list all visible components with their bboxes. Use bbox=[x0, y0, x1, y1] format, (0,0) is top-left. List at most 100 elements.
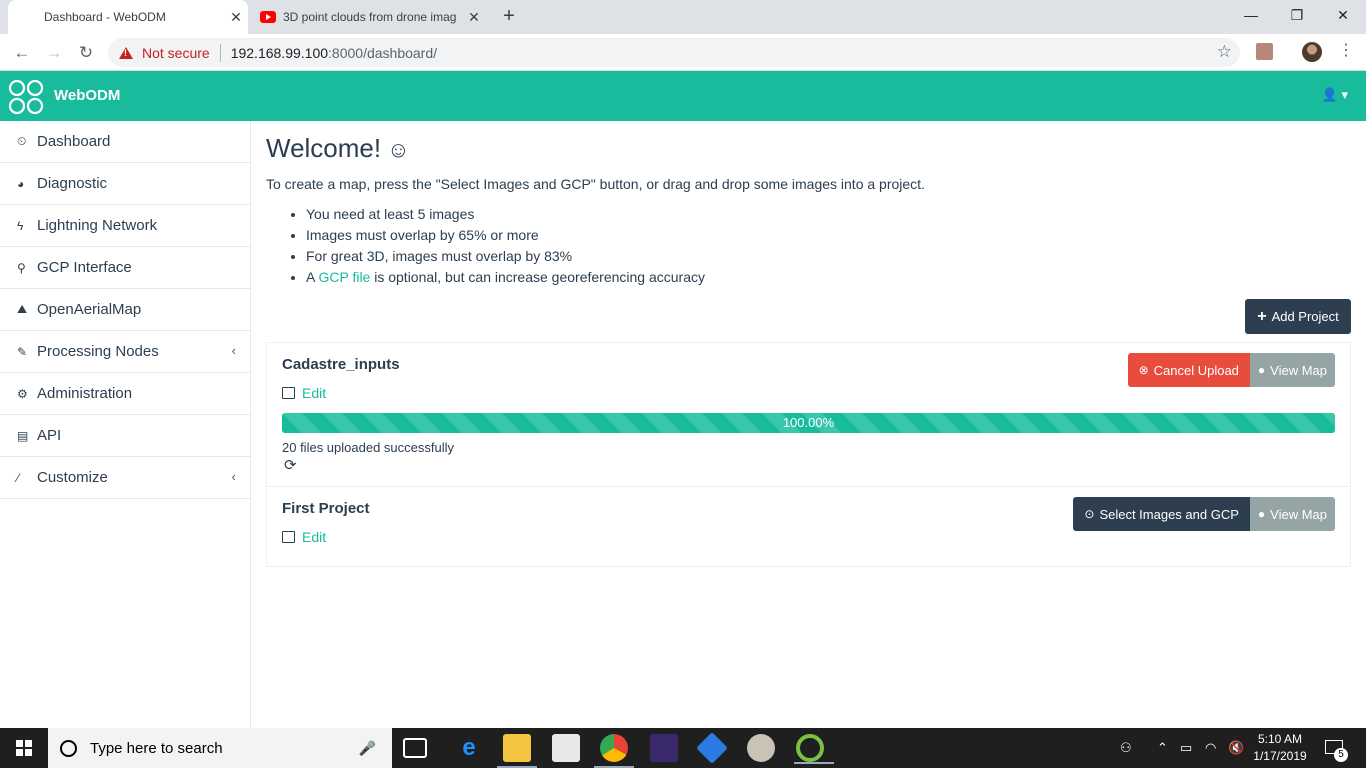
main-content: Welcome! ☺ To create a map, press the "Se… bbox=[251, 121, 1366, 728]
magic-icon: ⁄ bbox=[17, 470, 20, 485]
chevron-up-icon[interactable]: ⌃ bbox=[1157, 728, 1168, 768]
wifi-icon[interactable]: ◠ bbox=[1205, 728, 1216, 768]
times-circle-icon: ⊗ bbox=[1138, 363, 1149, 377]
url-host: 192.168.99.100 bbox=[230, 44, 329, 61]
pie-chart-icon: ◕ bbox=[17, 176, 25, 191]
sidebar-item-lightning-network[interactable]: ϟ Lightning Network bbox=[0, 205, 250, 247]
file-explorer-icon[interactable] bbox=[497, 734, 537, 768]
chevron-left-icon[interactable]: ‹ bbox=[232, 469, 236, 484]
sidebar-item-administration[interactable]: ⚙ Administration bbox=[0, 373, 250, 415]
security-label[interactable]: Not secure bbox=[142, 45, 210, 61]
profile-avatar[interactable] bbox=[1302, 42, 1322, 62]
volume-muted-icon[interactable]: 🔇 bbox=[1228, 728, 1244, 768]
notification-badge: 5 bbox=[1334, 748, 1348, 762]
project-name: First Project bbox=[282, 500, 370, 517]
edit-icon bbox=[282, 387, 295, 399]
add-project-button[interactable]: + Add Project bbox=[1245, 299, 1351, 334]
cancel-upload-label: Cancel Upload bbox=[1153, 362, 1239, 378]
map-marker-icon: ⚲ bbox=[17, 260, 26, 275]
view-map-label: View Map bbox=[1270, 506, 1327, 522]
tab-dashboard[interactable]: Dashboard - WebODM ✕ bbox=[8, 0, 248, 34]
chrome-icon[interactable] bbox=[594, 734, 634, 768]
image-icon: ⛰ bbox=[17, 302, 28, 316]
sidebar-item-label: Lightning Network bbox=[37, 217, 158, 234]
url-path: :8000/dashboard/ bbox=[328, 44, 438, 61]
edit-label: Edit bbox=[302, 529, 327, 545]
book-icon: ▤ bbox=[17, 428, 29, 443]
list-item: For great 3D, images must overlap by 83% bbox=[306, 248, 705, 269]
sidebar-item-customize[interactable]: ⁄ Customize ‹ bbox=[0, 457, 250, 499]
taskbar-search[interactable]: Type here to search 🎤 bbox=[48, 728, 392, 768]
project-list: Cadastre_inputs Edit ⊗ Cancel Upload ● V… bbox=[266, 342, 1351, 567]
upload-status: 20 files uploaded successfully bbox=[282, 440, 454, 455]
edit-icon bbox=[282, 531, 295, 543]
dashboard-icon: ⏲ bbox=[17, 134, 27, 148]
bolt-icon: ϟ bbox=[17, 218, 24, 233]
brand-name[interactable]: WebODM bbox=[54, 87, 120, 104]
restore-button[interactable]: ❐ bbox=[1274, 0, 1320, 30]
close-window-button[interactable]: ✕ bbox=[1320, 0, 1366, 30]
app-header: WebODM 👤 ▾ bbox=[0, 71, 1366, 121]
gcp-file-link[interactable]: GCP file bbox=[318, 269, 370, 285]
extension-icon[interactable] bbox=[1256, 43, 1273, 60]
project-item: First Project Edit ⊙ Select Images and G… bbox=[267, 487, 1350, 567]
select-images-button[interactable]: ⊙ Select Images and GCP bbox=[1073, 497, 1250, 531]
sidebar-item-api[interactable]: ▤ API bbox=[0, 415, 250, 457]
address-bar[interactable]: Not secure 192.168.99.100:8000/dashboard… bbox=[108, 38, 1240, 67]
close-icon[interactable]: ✕ bbox=[462, 9, 486, 26]
bookmark-star-icon[interactable]: ☆ bbox=[1217, 42, 1232, 62]
gcp-prefix: A bbox=[306, 269, 319, 285]
sidebar-item-label: Processing Nodes bbox=[37, 343, 159, 360]
system-clock[interactable]: 5:10 AM 1/17/2019 bbox=[1248, 731, 1312, 765]
cancel-upload-button[interactable]: ⊗ Cancel Upload bbox=[1127, 353, 1250, 387]
edit-project-link[interactable]: Edit bbox=[282, 529, 326, 545]
divider bbox=[219, 43, 221, 62]
page-title: Welcome! ☺ bbox=[266, 133, 410, 164]
git-icon[interactable] bbox=[696, 732, 728, 764]
refresh-icon[interactable]: ⟳ bbox=[284, 456, 297, 474]
user-menu-button[interactable]: 👤 ▾ bbox=[1322, 87, 1348, 103]
task-view-icon[interactable] bbox=[403, 738, 427, 758]
sidebar-item-label: Diagnostic bbox=[37, 175, 108, 192]
close-icon[interactable]: ✕ bbox=[224, 9, 248, 26]
clock-time: 5:10 AM bbox=[1257, 732, 1303, 746]
paint-icon[interactable] bbox=[747, 734, 775, 762]
view-map-button[interactable]: ● View Map bbox=[1249, 497, 1335, 531]
clock-date: 1/17/2019 bbox=[1253, 749, 1307, 763]
battery-icon[interactable]: ▭ bbox=[1180, 728, 1192, 768]
forward-icon[interactable]: → bbox=[41, 40, 67, 66]
reload-icon[interactable]: ↻ bbox=[73, 40, 99, 66]
sidebar-item-label: Administration bbox=[37, 385, 133, 402]
webodm-logo-icon[interactable] bbox=[8, 79, 44, 115]
sidebar-item-dashboard[interactable]: ⏲ Dashboard bbox=[0, 121, 250, 163]
chevron-left-icon[interactable]: ‹ bbox=[232, 343, 236, 358]
sidebar-item-label: Dashboard bbox=[37, 133, 111, 150]
tex-icon[interactable] bbox=[650, 734, 678, 762]
smile-icon: ☺ bbox=[387, 137, 410, 162]
people-icon[interactable]: ⚇ bbox=[1120, 728, 1132, 768]
view-map-button[interactable]: ● View Map bbox=[1249, 353, 1335, 387]
edit-label: Edit bbox=[302, 385, 327, 401]
sidebar-item-processing-nodes[interactable]: ✎ Processing Nodes ‹ bbox=[0, 331, 250, 373]
tab-title: 3D point clouds from drone imag bbox=[283, 10, 457, 24]
windows-start-icon[interactable] bbox=[16, 740, 32, 756]
list-item: A GCP file is optional, but can increase… bbox=[306, 269, 705, 290]
qgis-icon[interactable] bbox=[794, 734, 834, 764]
sidebar-item-diagnostic[interactable]: ◕ Diagnostic bbox=[0, 163, 250, 205]
store-icon[interactable] bbox=[552, 734, 580, 762]
menu-dots-icon[interactable]: ⋮ bbox=[1338, 41, 1354, 61]
edit-project-link[interactable]: Edit bbox=[282, 385, 326, 401]
browser-tab-strip: Dashboard - WebODM ✕ 3D point clouds fro… bbox=[0, 0, 1366, 34]
warning-icon bbox=[119, 46, 133, 59]
microphone-icon[interactable]: 🎤 bbox=[359, 740, 376, 757]
sidebar-item-openaerialmap[interactable]: ⛰ OpenAerialMap bbox=[0, 289, 250, 331]
sidebar-item-gcp-interface[interactable]: ⚲ GCP Interface bbox=[0, 247, 250, 289]
tab-youtube[interactable]: 3D point clouds from drone imag ✕ bbox=[250, 0, 486, 34]
project-name: Cadastre_inputs bbox=[282, 356, 400, 373]
edge-icon[interactable]: e bbox=[455, 734, 483, 762]
minimize-button[interactable]: — bbox=[1228, 0, 1274, 30]
youtube-icon bbox=[260, 11, 276, 23]
back-icon[interactable]: ← bbox=[9, 40, 35, 66]
sidebar-item-label: Customize bbox=[37, 469, 108, 486]
new-tab-button[interactable]: + bbox=[497, 5, 521, 29]
